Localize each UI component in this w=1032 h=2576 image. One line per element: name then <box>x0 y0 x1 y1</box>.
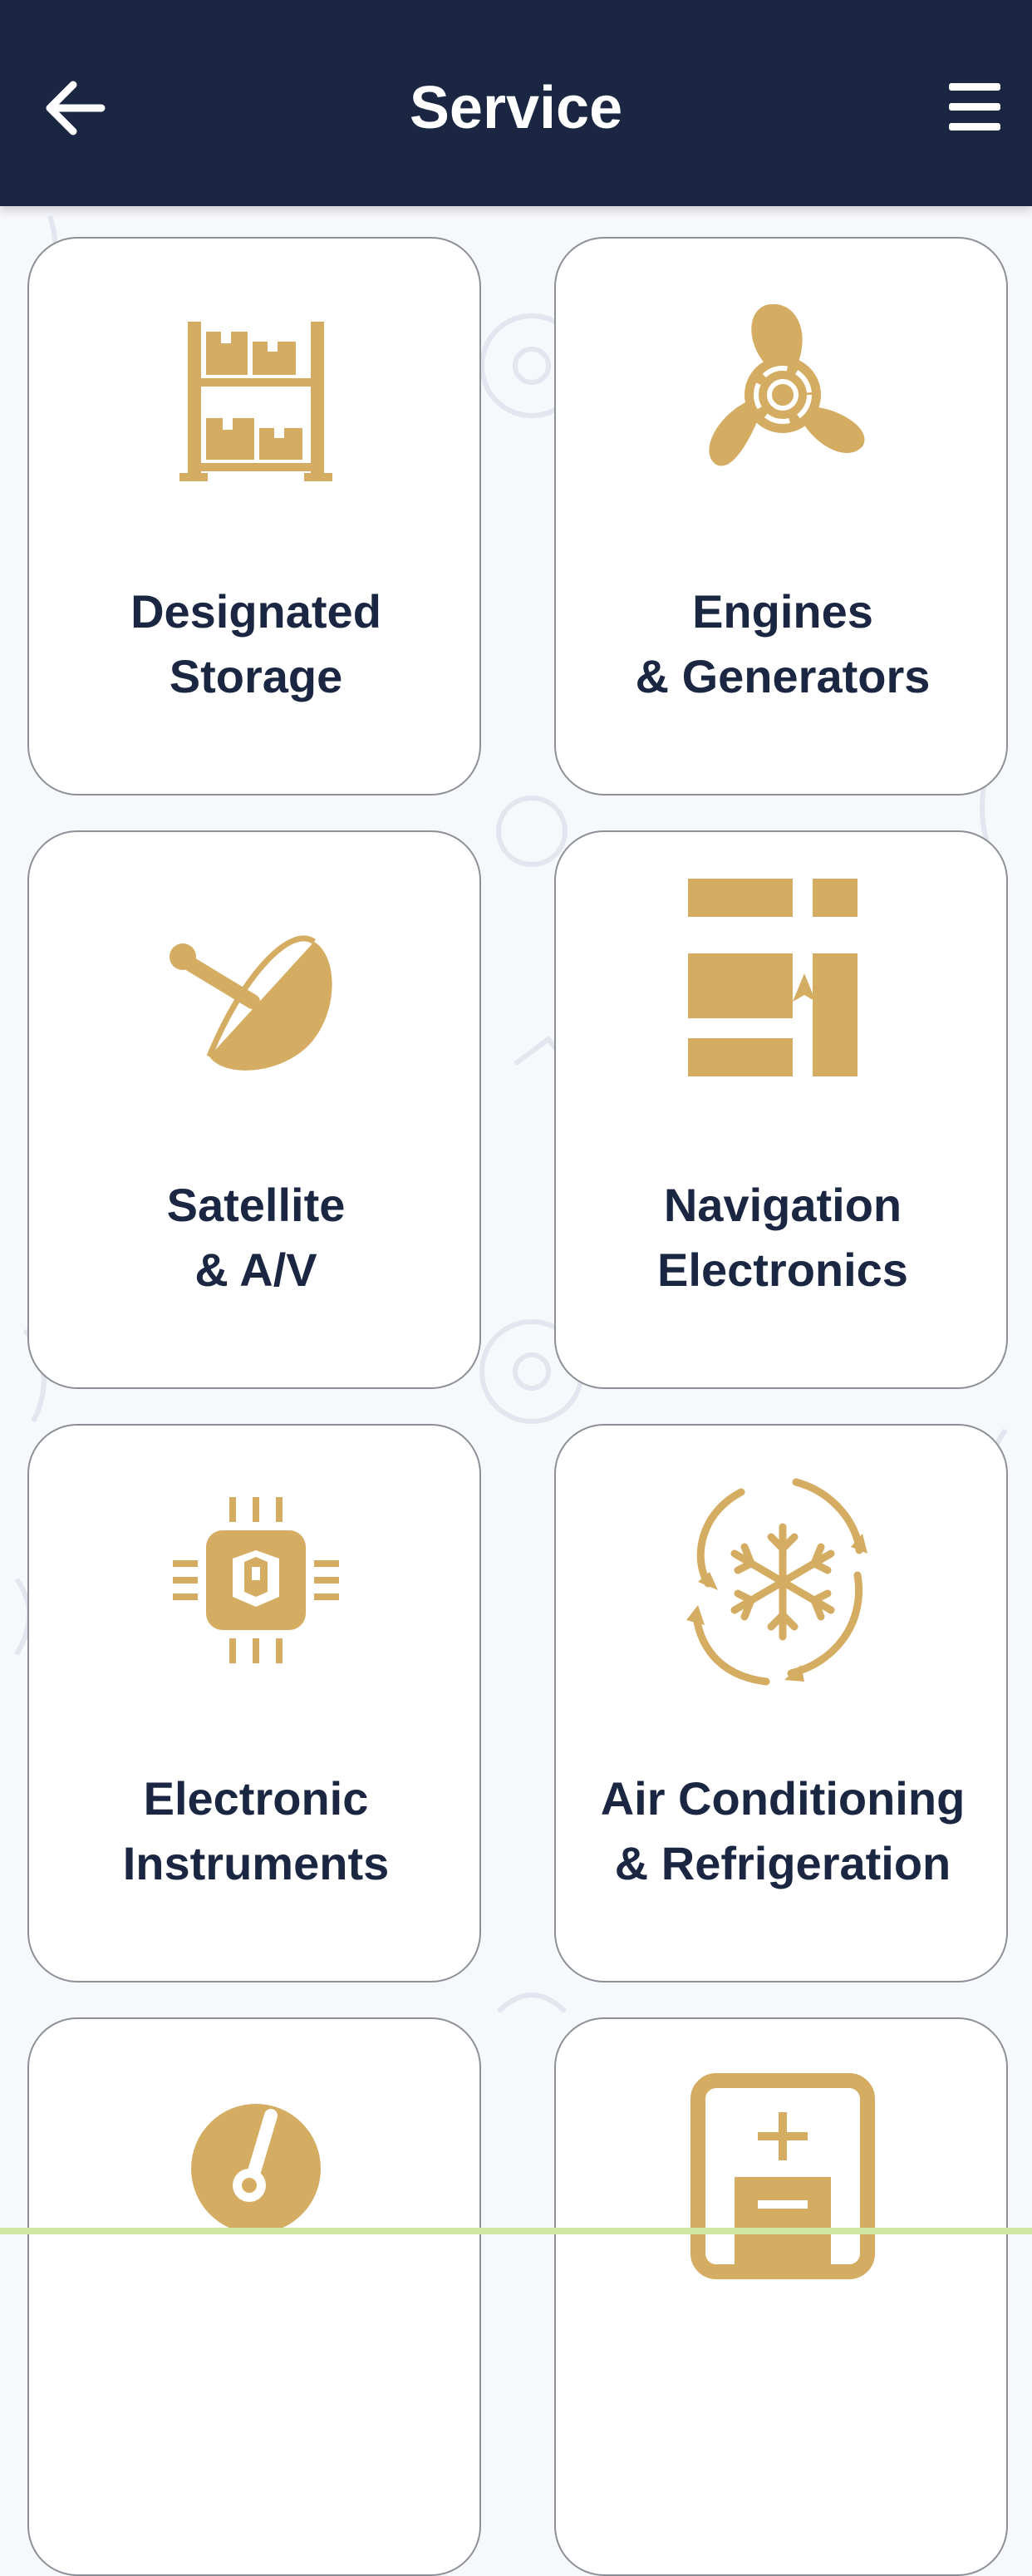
service-card-air-conditioning-refrigeration[interactable]: Air Conditioning & Refrigeration <box>554 1424 1008 1982</box>
satellite-dish-icon <box>170 935 332 1071</box>
service-label: Navigation Electronics <box>657 1179 908 1296</box>
microchip-icon <box>173 1497 339 1663</box>
top-app-bar: Service <box>0 0 1032 206</box>
service-card-gauge[interactable] <box>27 2017 481 2576</box>
service-label: Designated Storage <box>130 585 381 702</box>
navigation-chart-icon <box>688 879 858 1076</box>
service-label: Electronic Instruments <box>122 1772 390 1889</box>
service-card-satellite-av[interactable]: Satellite & A/V <box>27 830 481 1389</box>
service-label: Engines & Generators <box>635 585 931 702</box>
service-card-engines-generators[interactable]: Engines & Generators <box>554 237 1008 795</box>
battery-icon <box>690 2073 875 2279</box>
service-card-navigation-electronics[interactable]: Navigation Electronics <box>554 830 1008 1389</box>
gauge-icon <box>191 2104 321 2234</box>
service-card-electronic-instruments[interactable]: Electronic Instruments <box>27 1424 481 1982</box>
hamburger-menu-icon <box>949 83 1000 131</box>
service-label: Air Conditioning & Refrigeration <box>600 1772 966 1889</box>
service-label: Satellite & A/V <box>166 1179 346 1296</box>
service-card-battery[interactable] <box>554 2017 1008 2576</box>
page-title: Service <box>409 75 623 141</box>
menu-button[interactable] <box>931 71 1010 146</box>
snowflake-cycle-icon <box>686 1478 867 1686</box>
propeller-icon <box>709 303 865 466</box>
bottom-edge-strip <box>0 2228 1032 2234</box>
service-card-designated-storage[interactable]: Designated Storage <box>27 237 481 795</box>
storage-shelves-icon <box>179 322 332 481</box>
